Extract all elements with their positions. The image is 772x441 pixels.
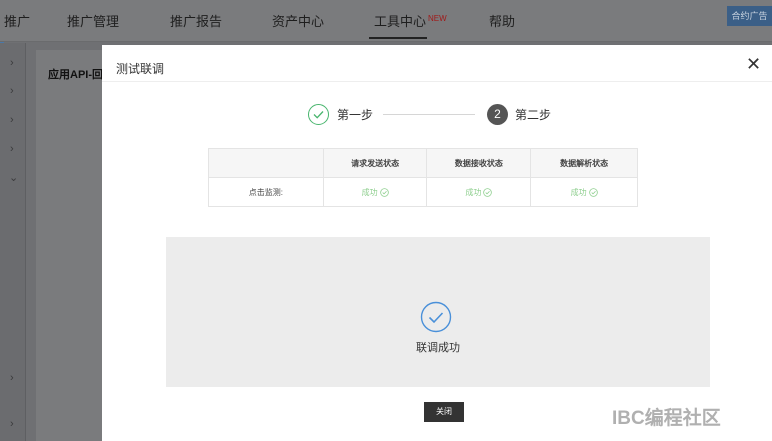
step-connector bbox=[383, 114, 475, 115]
step-2-label: 第二步 bbox=[515, 108, 552, 122]
table-header-receive-status: 数据接收状态 bbox=[426, 148, 532, 178]
chevron-right-icon[interactable]: › bbox=[10, 143, 14, 155]
chevron-right-icon[interactable]: › bbox=[10, 57, 14, 69]
table-header-request-status: 请求发送状态 bbox=[322, 148, 428, 178]
result-text: 联调成功 bbox=[416, 342, 460, 354]
nav-active-indicator bbox=[369, 37, 427, 39]
success-check-icon bbox=[483, 188, 493, 197]
step-1-label: 第一步 bbox=[337, 108, 374, 122]
table-header-row: 请求发送状态 数据接收状态 数据解析状态 bbox=[208, 148, 638, 178]
nav-item-help[interactable]: 帮助 bbox=[489, 11, 515, 30]
contract-ad-button[interactable]: 合约广告 bbox=[727, 6, 772, 26]
new-badge: NEW bbox=[428, 14, 447, 23]
status-cell-request: 成功 bbox=[322, 177, 428, 207]
result-panel: 联调成功 bbox=[166, 237, 710, 387]
step-done-check-icon bbox=[308, 104, 329, 125]
status-text: 成功 bbox=[570, 187, 587, 197]
table-row: 点击监测: 成功 成功 成功 bbox=[208, 177, 638, 207]
close-button[interactable]: 关闭 bbox=[424, 402, 464, 422]
success-check-icon bbox=[379, 188, 389, 197]
test-integration-dialog: 测试联调 ✕ 第一步 2 第二步 请求发送状态 数据接收状态 数据解析状态 点击… bbox=[102, 45, 772, 441]
dialog-title: 测试联调 bbox=[116, 62, 165, 76]
nav-item-tool-center-label: 工具中心 bbox=[374, 14, 427, 29]
status-cell-parse: 成功 bbox=[530, 177, 638, 207]
table-header-empty bbox=[208, 148, 324, 178]
row-label-click-monitor: 点击监测: bbox=[208, 177, 324, 207]
background-panel-title: 应用API-回 bbox=[48, 69, 103, 81]
success-circle-check-icon bbox=[420, 301, 452, 333]
chevron-right-icon[interactable]: › bbox=[10, 85, 14, 97]
table-header-parse-status: 数据解析状态 bbox=[530, 148, 638, 178]
status-text: 成功 bbox=[465, 187, 482, 197]
success-check-icon bbox=[588, 188, 598, 197]
chevron-right-icon[interactable]: › bbox=[10, 114, 14, 126]
left-sidebar: › › › › ⌄ › › bbox=[0, 43, 26, 441]
dialog-header-divider bbox=[102, 81, 772, 82]
nav-item-tool-center[interactable]: 工具中心 NEW bbox=[374, 11, 447, 30]
watermark-logo: IBC编程社区 bbox=[612, 408, 721, 429]
step-2-number: 2 bbox=[487, 104, 508, 125]
status-cell-receive: 成功 bbox=[426, 177, 532, 207]
close-icon[interactable]: ✕ bbox=[746, 54, 761, 74]
nav-item-promo-manage[interactable]: 推广管理 bbox=[67, 11, 119, 30]
nav-item-asset-center[interactable]: 资产中心 bbox=[272, 11, 324, 30]
top-navigation: 推广 推广管理 推广报告 资产中心 工具中心 NEW 帮助 合约广告 bbox=[0, 0, 772, 42]
chevron-down-icon[interactable]: ⌄ bbox=[9, 171, 18, 184]
nav-item-promo-report[interactable]: 推广报告 bbox=[170, 11, 222, 30]
status-table: 请求发送状态 数据接收状态 数据解析状态 点击监测: 成功 成功 成功 bbox=[208, 148, 638, 207]
chevron-right-icon[interactable]: › bbox=[10, 418, 14, 430]
status-text: 成功 bbox=[361, 187, 378, 197]
nav-item-promo[interactable]: 推广 bbox=[4, 11, 30, 30]
chevron-right-icon[interactable]: › bbox=[10, 372, 14, 384]
